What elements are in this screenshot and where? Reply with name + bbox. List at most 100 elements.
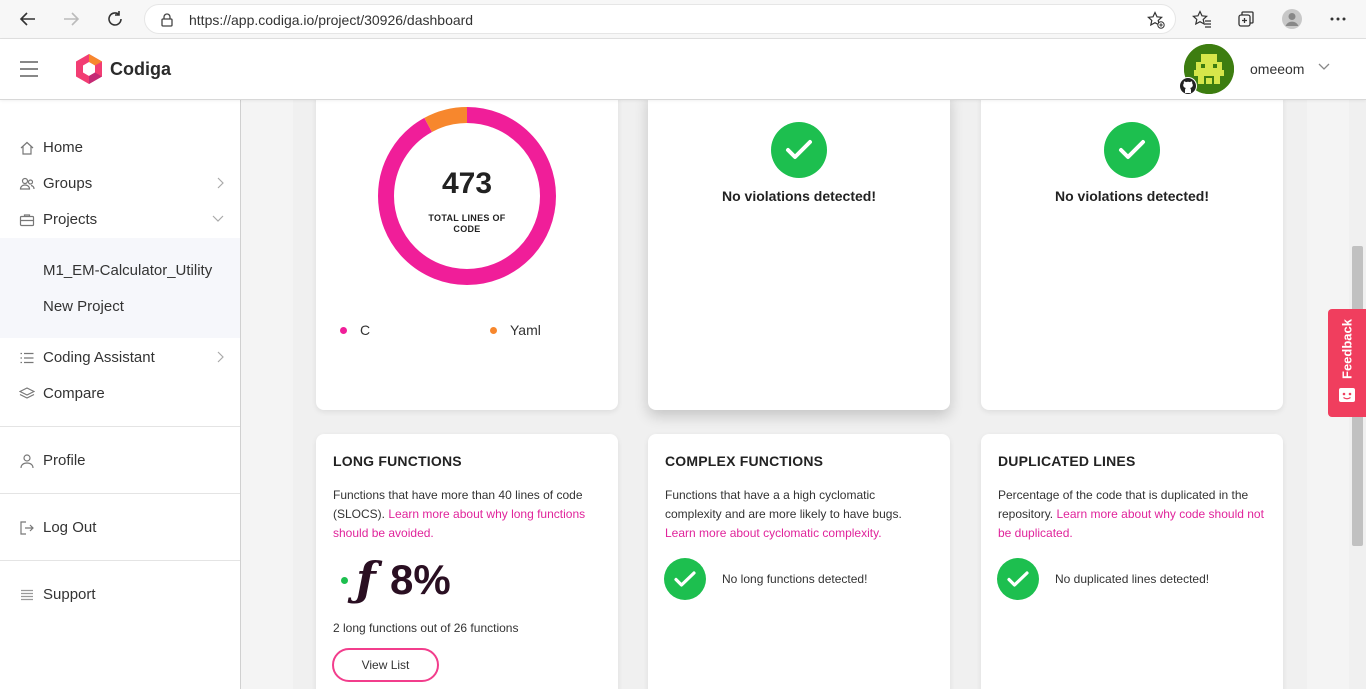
sidebar-divider <box>0 493 240 494</box>
hamburger-icon <box>20 61 38 63</box>
sidebar-item-projects[interactable]: Projects <box>0 201 240 237</box>
more-icon <box>1330 17 1346 21</box>
card-title: LONG FUNCTIONS <box>333 453 462 469</box>
arrow-left-icon <box>19 12 35 26</box>
card-description: Percentage of the code that is duplicate… <box>998 486 1268 543</box>
sidebar-item-label: Home <box>43 138 84 156</box>
total-lines-value: 473 <box>441 167 493 200</box>
feedback-tab[interactable]: Feedback <box>1328 309 1366 417</box>
back-button[interactable] <box>15 6 41 32</box>
sidebar: Home Groups Projects M1_EM-Calculator_Ut… <box>0 100 241 689</box>
sidebar-item-coding-assistant[interactable]: Coding Assistant <box>0 339 240 375</box>
layers-icon <box>19 387 35 399</box>
collections-icon <box>1238 11 1254 27</box>
violations-card-2: No violations detected! <box>981 100 1283 410</box>
github-icon <box>1180 78 1196 94</box>
duplicated-lines-card: DUPLICATED LINES Percentage of the code … <box>981 434 1283 689</box>
reload-icon <box>108 11 122 26</box>
sidebar-item-label: Compare <box>43 384 105 402</box>
card-description-text: Functions that have a a high cyclomatic … <box>665 488 902 521</box>
card-title: DUPLICATED LINES <box>998 453 1136 469</box>
total-lines-label: TOTAL LINES OF CODE <box>428 213 506 234</box>
sidebar-item-label: Profile <box>43 451 86 469</box>
lock-icon <box>161 13 173 27</box>
status-dot <box>341 577 348 584</box>
codiga-logo-icon <box>76 54 102 84</box>
check-circle-icon <box>1104 122 1160 178</box>
favorites-icon <box>1192 10 1211 28</box>
long-functions-summary: 2 long functions out of 26 functions <box>333 621 519 635</box>
no-complex-functions-text: No long functions detected! <box>722 572 868 586</box>
sidebar-item-label: Support <box>43 585 96 603</box>
profile-icon <box>1282 9 1302 29</box>
chevron-right-icon <box>217 351 224 363</box>
forward-button[interactable] <box>58 6 84 32</box>
projects-submenu: M1_EM-Calculator_Utility New Project <box>0 238 240 338</box>
view-list-button[interactable]: View List <box>332 648 439 682</box>
groups-icon <box>19 177 35 190</box>
legend-item-c: C <box>340 322 370 338</box>
favorites-button[interactable] <box>1189 6 1215 32</box>
no-violations-text: No violations detected! <box>1054 188 1210 204</box>
more-button[interactable] <box>1325 6 1351 32</box>
profile-button[interactable] <box>1279 6 1305 32</box>
sidebar-item-support[interactable]: Support <box>0 576 240 612</box>
card-description: Functions that have more than 40 lines o… <box>333 486 603 543</box>
logout-icon <box>20 521 34 535</box>
chevron-right-icon <box>217 177 224 189</box>
sidebar-item-label: Log Out <box>43 518 97 536</box>
add-favorite-icon[interactable] <box>1147 11 1165 29</box>
sidebar-divider <box>0 426 240 427</box>
user-icon <box>20 454 34 469</box>
long-functions-percent: 8% <box>390 556 451 603</box>
function-icon: ƒ <box>356 552 376 606</box>
learn-more-link[interactable]: Learn more about cyclomatic complexity. <box>665 526 882 540</box>
address-bar[interactable]: https://app.codiga.io/project/30926/dash… <box>144 4 1176 34</box>
chevron-down-icon[interactable] <box>1318 63 1330 71</box>
sidebar-item-logout[interactable]: Log Out <box>0 509 240 545</box>
list-icon <box>20 352 34 364</box>
browser-toolbar: https://app.codiga.io/project/30926/dash… <box>0 0 1366 39</box>
sidebar-item-groups[interactable]: Groups <box>0 165 240 201</box>
brand-name: Codiga <box>110 58 171 79</box>
sidebar-item-profile[interactable]: Profile <box>0 442 240 478</box>
no-violations-text: No violations detected! <box>721 188 877 204</box>
logo[interactable]: Codiga <box>74 53 171 85</box>
no-duplicated-lines-text: No duplicated lines detected! <box>1055 572 1210 586</box>
sidebar-project-item[interactable]: M1_EM-Calculator_Utility <box>43 262 212 279</box>
sidebar-item-label: Groups <box>43 174 93 192</box>
check-circle-icon <box>997 558 1039 600</box>
arrow-right-icon <box>64 12 80 26</box>
card-description: Functions that have a a high cyclomatic … <box>665 486 935 543</box>
sidebar-item-home[interactable]: Home <box>0 129 240 165</box>
lines-of-code-card: 473 TOTAL LINES OF CODE C Yaml <box>316 100 618 410</box>
main-content: 473 TOTAL LINES OF CODE C Yaml No violat… <box>241 100 1349 689</box>
menu-button[interactable] <box>20 61 38 82</box>
sidebar-item-compare[interactable]: Compare <box>0 375 240 411</box>
app-header: Codiga omeeom <box>0 39 1366 100</box>
sidebar-divider <box>0 560 240 561</box>
legend-label: Yaml <box>510 322 541 338</box>
legend-dot <box>340 326 347 334</box>
feedback-label: Feedback <box>1339 319 1355 379</box>
lines-of-code-donut <box>378 107 556 285</box>
long-functions-card: LONG FUNCTIONS Functions that have more … <box>316 434 618 689</box>
chevron-down-icon <box>212 215 224 222</box>
violations-card: No violations detected! <box>648 100 950 410</box>
legend-item-yaml: Yaml <box>490 322 541 338</box>
sidebar-project-item[interactable]: New Project <box>43 298 124 315</box>
username[interactable]: omeeom <box>1250 61 1304 77</box>
home-icon <box>20 141 34 155</box>
briefcase-icon <box>19 214 35 227</box>
complex-functions-card: COMPLEX FUNCTIONS Functions that have a … <box>648 434 950 689</box>
check-circle-icon <box>771 122 827 178</box>
sidebar-item-label: Coding Assistant <box>43 348 155 366</box>
github-badge <box>1179 77 1197 95</box>
sidebar-item-label: Projects <box>43 210 98 228</box>
reload-button[interactable] <box>102 6 128 32</box>
legend-label: C <box>360 322 371 338</box>
collections-button[interactable] <box>1233 6 1259 32</box>
url-text: https://app.codiga.io/project/30926/dash… <box>189 12 474 28</box>
feedback-face-icon <box>1339 388 1355 402</box>
support-icon <box>21 589 33 601</box>
